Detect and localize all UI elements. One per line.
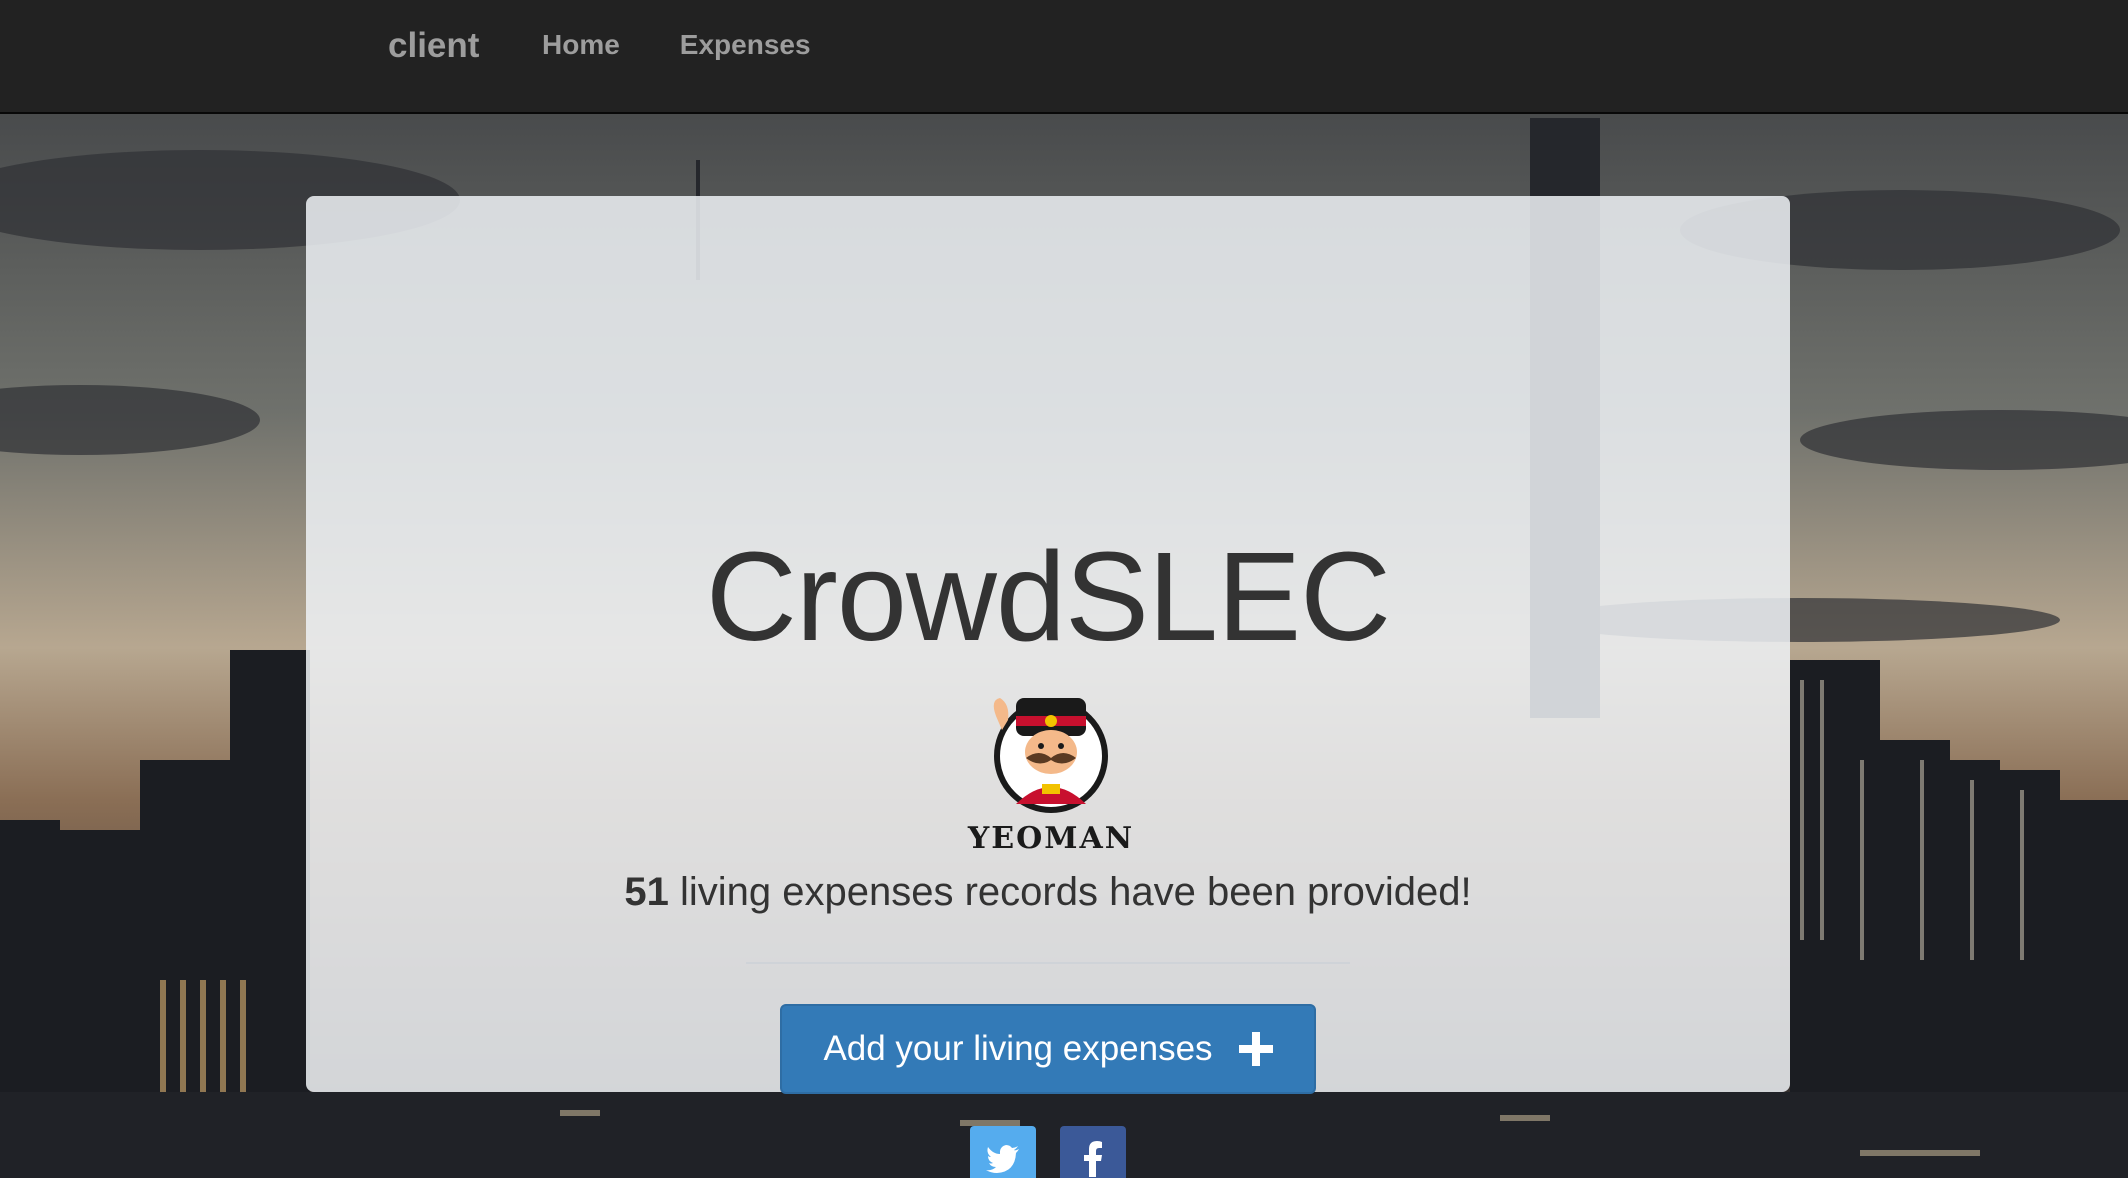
nav-link-expenses[interactable]: Expenses: [650, 20, 841, 72]
facebook-icon: [1084, 1141, 1102, 1177]
brand-link[interactable]: client: [388, 20, 479, 72]
hero-title: CrowdSLEC: [705, 526, 1391, 667]
add-living-expenses-label: Add your living expenses: [823, 1029, 1213, 1068]
twitter-share-button[interactable]: [970, 1126, 1036, 1178]
top-navbar: client Home Expenses: [0, 0, 2128, 114]
records-summary-text: living expenses records have been provid…: [680, 870, 1472, 914]
add-living-expenses-button[interactable]: Add your living expenses: [780, 1004, 1316, 1094]
divider: [746, 962, 1350, 964]
records-summary: 51 living expenses records have been pro…: [306, 870, 1790, 915]
yeoman-logo: YEOMAN: [967, 698, 1134, 856]
plus-icon: [1238, 1032, 1273, 1066]
nav-link-home[interactable]: Home: [520, 20, 650, 72]
nav-links: Home Expenses: [520, 20, 841, 72]
record-count: 51: [624, 870, 669, 914]
hero-panel: CrowdSLEC YEOMAN 51 living expenses reco…: [306, 196, 1790, 1178]
facebook-share-button[interactable]: [1060, 1126, 1126, 1178]
yeoman-logo-text: YEOMAN: [967, 821, 1134, 856]
twitter-icon: [986, 1145, 1019, 1173]
